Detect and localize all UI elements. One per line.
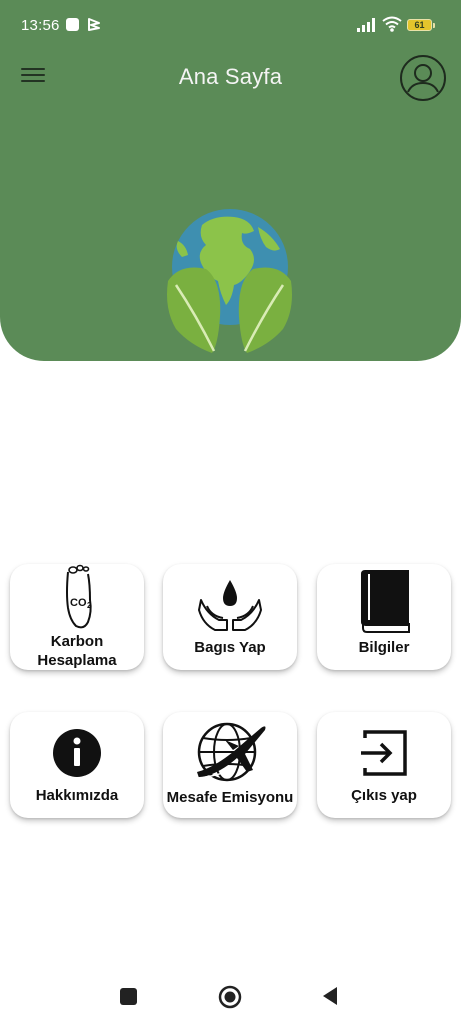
header: 13:56 61 Ana Sayfa bbox=[0, 0, 461, 361]
donate-hands-icon bbox=[198, 580, 262, 631]
earth-leaves-logo bbox=[167, 209, 292, 353]
logout-icon bbox=[361, 730, 407, 776]
svg-text:2: 2 bbox=[87, 601, 92, 610]
bilgiler-card[interactable]: Bilgiler bbox=[317, 564, 451, 670]
book-icon bbox=[361, 570, 410, 633]
profile-icon[interactable] bbox=[399, 54, 447, 102]
mesafe-emisyonu-card[interactable]: Mesafe Emisyonu bbox=[163, 712, 297, 818]
wifi-icon bbox=[382, 16, 402, 32]
karbon-hesaplama-label: Karbon Hesaplama bbox=[37, 633, 117, 669]
status-bar: 13:56 61 bbox=[0, 0, 461, 52]
signal-icon bbox=[357, 18, 375, 32]
hakkimizda-label: Hakkımızda bbox=[35, 787, 119, 804]
recent-apps-button[interactable] bbox=[120, 988, 137, 1005]
home-button[interactable] bbox=[218, 985, 242, 1009]
mesafe-emisyonu-label: Mesafe Emisyonu bbox=[166, 789, 294, 806]
notification-app-icon bbox=[66, 18, 79, 31]
co2-footprint-icon: CO 2 bbox=[66, 564, 92, 629]
bilgiler-label: Bilgiler bbox=[358, 639, 410, 656]
globe-plane-icon bbox=[196, 722, 266, 782]
bagis-yap-label: Bagıs Yap bbox=[194, 639, 266, 656]
notification-flag-icon bbox=[88, 18, 100, 31]
cikis-yap-card[interactable]: Çıkıs yap bbox=[317, 712, 451, 818]
karbon-hesaplama-card[interactable]: CO 2 Karbon Hesaplama bbox=[10, 564, 144, 670]
system-nav-bar bbox=[0, 970, 461, 1024]
battery-indicator: 61 bbox=[407, 19, 432, 31]
bagis-yap-card[interactable]: Bagıs Yap bbox=[163, 564, 297, 670]
hakkimizda-card[interactable]: Hakkımızda bbox=[10, 712, 144, 818]
cikis-yap-label: Çıkıs yap bbox=[351, 787, 417, 804]
page-title: Ana Sayfa bbox=[178, 64, 283, 89]
info-icon bbox=[53, 729, 101, 777]
back-button[interactable] bbox=[321, 986, 339, 1006]
battery-tip bbox=[433, 23, 435, 28]
status-time: 13:56 bbox=[21, 17, 60, 34]
svg-text:CO: CO bbox=[70, 597, 87, 609]
